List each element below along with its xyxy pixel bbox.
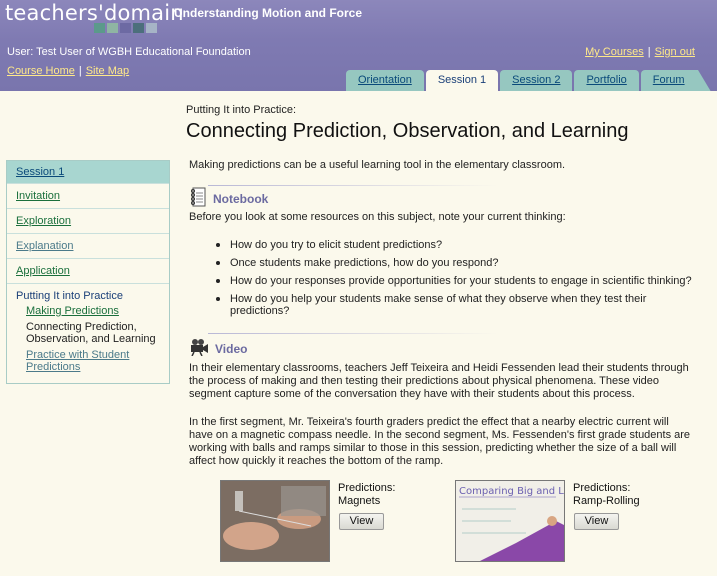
- notebook-icon: [189, 187, 207, 210]
- sidebar-link-practice[interactable]: Practice with Student Predictions: [26, 349, 129, 373]
- ramp-rolling-video-thumbnail[interactable]: Comparing Big and Li: [455, 480, 565, 562]
- account-links: My Courses | Sign out: [585, 46, 695, 58]
- magnets-video-thumbnail[interactable]: [220, 480, 330, 562]
- sidebar-item-exploration: Exploration: [7, 208, 169, 233]
- whiteboard-text: Comparing Big and Li: [459, 486, 565, 497]
- site-logo[interactable]: teachers'domain: [5, 1, 184, 25]
- notebook-prompt: Before you look at some resources on thi…: [189, 211, 566, 223]
- view-magnets-button[interactable]: View: [339, 513, 384, 530]
- sidebar-item-invitation: Invitation: [7, 183, 169, 208]
- tab-orientation[interactable]: Orientation: [346, 70, 424, 91]
- video-label: Video: [215, 341, 248, 356]
- list-item: How do you try to elicit student predict…: [216, 239, 696, 251]
- tab-session-1[interactable]: Session 1: [425, 70, 499, 91]
- clip-subtitle: Magnets: [338, 495, 381, 507]
- sidebar-item-application: Application: [7, 258, 169, 283]
- notebook-heading: Notebook: [189, 187, 268, 210]
- sidebar-section-practice: Putting It into Practice Making Predicti…: [7, 283, 169, 383]
- section-divider: [208, 185, 498, 186]
- site-map-link[interactable]: Site Map: [86, 65, 129, 77]
- course-links: Course Home | Site Map: [7, 65, 129, 77]
- my-courses-link[interactable]: My Courses: [585, 46, 644, 58]
- clip-title: Predictions:: [338, 482, 396, 494]
- tab-session-2[interactable]: Session 2: [500, 70, 573, 91]
- video-camera-icon: [189, 338, 209, 359]
- tab-portfolio[interactable]: Portfolio: [574, 70, 639, 91]
- tab-forum[interactable]: Forum: [640, 70, 711, 91]
- course-home-link[interactable]: Course Home: [7, 65, 75, 77]
- sidebar-link-application[interactable]: Application: [16, 265, 70, 277]
- breadcrumb: Putting It into Practice:: [186, 104, 297, 116]
- session-tabs: Orientation Session 1 Session 2 Portfoli…: [346, 70, 711, 91]
- sidebar-subitem-practice: Practice with Student Predictions: [16, 349, 169, 373]
- sidebar-link-explanation[interactable]: Explanation: [16, 240, 74, 252]
- notebook-label: Notebook: [213, 191, 269, 206]
- intro-text: Making predictions can be a useful learn…: [189, 159, 566, 171]
- course-title: Understanding Motion and Force: [174, 6, 362, 20]
- sidebar-link-exploration[interactable]: Exploration: [16, 215, 71, 227]
- list-item: How do your responses provide opportunit…: [216, 275, 696, 287]
- clip-subtitle: Ramp-Rolling: [573, 495, 640, 507]
- site-header: teachers'domain Understanding Motion and…: [0, 0, 717, 91]
- sidebar-item-explanation: Explanation: [7, 233, 169, 258]
- video-heading: Video: [189, 338, 247, 359]
- sidebar-section-title: Putting It into Practice: [16, 290, 123, 302]
- user-info: User: Test User of WGBH Educational Foun…: [7, 46, 251, 58]
- section-divider: [208, 333, 498, 334]
- sign-out-link[interactable]: Sign out: [655, 46, 695, 58]
- sidebar-item-session-1[interactable]: Session 1: [7, 161, 169, 183]
- separator: |: [78, 65, 82, 77]
- list-item: How do you help your students make sense…: [216, 293, 696, 317]
- separator: |: [647, 46, 651, 58]
- video-paragraph-2: In the first segment, Mr. Teixeira's fou…: [189, 416, 691, 467]
- view-ramp-rolling-button[interactable]: View: [574, 513, 619, 530]
- session-sidebar: Session 1 Invitation Exploration Explana…: [6, 160, 170, 384]
- clip-title: Predictions:: [573, 482, 631, 494]
- logo-squares: [94, 23, 157, 33]
- page-title: Connecting Prediction, Observation, and …: [186, 120, 629, 142]
- sidebar-subitem-making-predictions: Making Predictions: [16, 305, 169, 317]
- video-paragraph-1: In their elementary classrooms, teachers…: [189, 362, 689, 400]
- sidebar-subitem-current: Connecting Prediction, Observation, and …: [26, 321, 156, 345]
- sidebar-link-invitation[interactable]: Invitation: [16, 190, 60, 202]
- notebook-questions: How do you try to elicit student predict…: [216, 239, 696, 323]
- sidebar-link-making-predictions[interactable]: Making Predictions: [26, 305, 119, 317]
- list-item: Once students make predictions, how do y…: [216, 257, 696, 269]
